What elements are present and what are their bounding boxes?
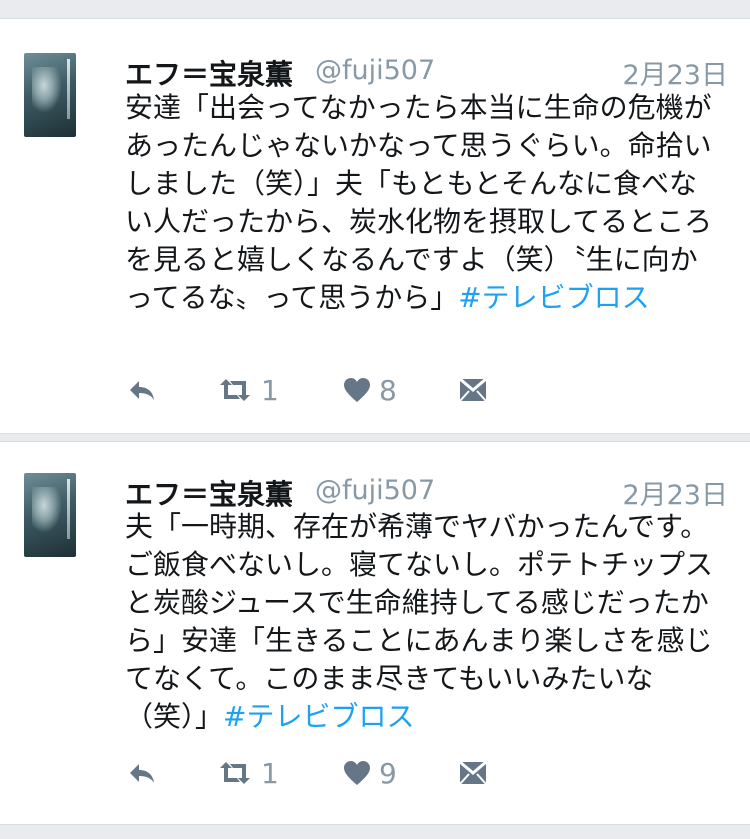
like-button[interactable]: 9 xyxy=(343,755,397,791)
avatar[interactable] xyxy=(24,53,76,137)
reply-icon xyxy=(127,378,157,402)
tweet-actions: 1 9 xyxy=(125,755,545,791)
user-handle[interactable]: @fuji507 xyxy=(315,55,435,86)
retweet-icon xyxy=(217,377,253,403)
hashtag-link[interactable]: #テレビブロス xyxy=(223,700,414,733)
avatar[interactable] xyxy=(24,473,76,557)
tweet-header: エフ＝宝泉薫 @fuji507 2月23日 xyxy=(125,473,728,512)
retweet-button[interactable]: 1 xyxy=(217,755,279,791)
retweet-icon xyxy=(217,760,253,786)
like-count: 9 xyxy=(379,756,397,790)
retweet-button[interactable]: 1 xyxy=(217,372,279,408)
tweet-card[interactable]: エフ＝宝泉薫 @fuji507 2月23日 夫「一時期、存在が希薄でヤバかったん… xyxy=(0,441,750,825)
retweet-count: 1 xyxy=(261,756,279,790)
tweet-card[interactable]: エフ＝宝泉薫 @fuji507 2月23日 安達「出会ってなかったら本当に生命の… xyxy=(0,18,750,434)
heart-icon xyxy=(343,760,371,786)
reply-button[interactable] xyxy=(127,755,157,791)
display-name[interactable]: エフ＝宝泉薫 xyxy=(125,53,293,93)
dm-button[interactable] xyxy=(459,755,487,791)
like-count: 8 xyxy=(379,373,397,407)
reply-icon xyxy=(127,761,157,785)
tweet-header: エフ＝宝泉薫 @fuji507 2月23日 xyxy=(125,53,728,92)
hashtag-link[interactable]: #テレビブロス xyxy=(458,281,649,314)
display-name[interactable]: エフ＝宝泉薫 xyxy=(125,473,293,513)
timeline: エフ＝宝泉薫 @fuji507 2月23日 安達「出会ってなかったら本当に生命の… xyxy=(0,0,750,839)
tweet-text: 安達「出会ってなかったら本当に生命の危機があったんじゃないかなって思うぐらい。命… xyxy=(125,89,725,317)
like-button[interactable]: 8 xyxy=(343,372,397,408)
tweet-text: 夫「一時期、存在が希薄でヤバかったんです。ご飯食べないし。寝てないし。ポテトチッ… xyxy=(125,508,725,736)
reply-button[interactable] xyxy=(127,372,157,408)
envelope-icon xyxy=(459,378,487,402)
tweet-actions: 1 8 xyxy=(125,372,545,408)
tweet-date[interactable]: 2月23日 xyxy=(622,53,728,92)
user-handle[interactable]: @fuji507 xyxy=(315,475,435,506)
tweet-body: 夫「一時期、存在が希薄でヤバかったんです。ご飯食べないし。寝てないし。ポテトチッ… xyxy=(125,510,714,733)
envelope-icon xyxy=(459,761,487,785)
retweet-count: 1 xyxy=(261,373,279,407)
tweet-date[interactable]: 2月23日 xyxy=(622,473,728,512)
dm-button[interactable] xyxy=(459,372,487,408)
heart-icon xyxy=(343,377,371,403)
